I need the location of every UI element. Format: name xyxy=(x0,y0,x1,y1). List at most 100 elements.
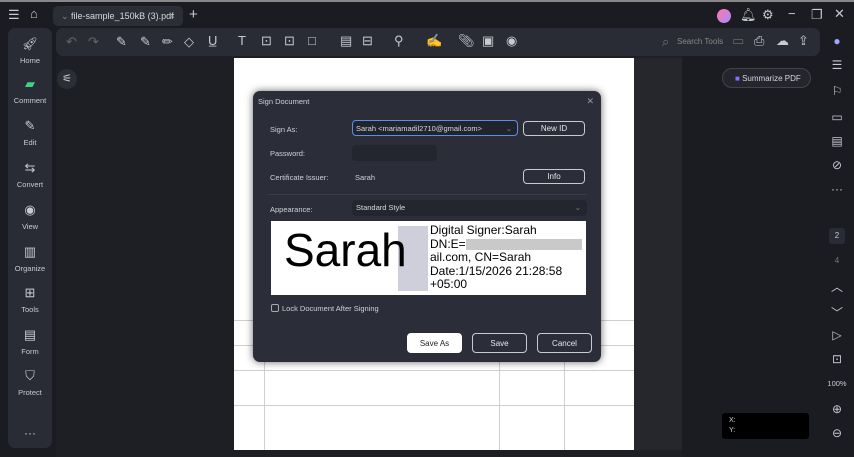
sign-document-dialog: Sign Document ✕ Sign As: Sarah <mariamad… xyxy=(253,91,601,362)
lock-document-label: Lock Document After Signing xyxy=(282,304,379,313)
organize-icon: ▥ xyxy=(23,244,37,259)
shape-icon[interactable]: □ xyxy=(308,34,316,47)
gear-icon[interactable]: ⚙ xyxy=(762,8,774,21)
tab-title: file-sample_150kB (3).pdf xyxy=(71,11,174,21)
pencil-icon[interactable]: ✏ xyxy=(162,35,173,48)
more-icon[interactable]: ··· xyxy=(8,426,52,440)
sidebar: 🚀︎ Home ▰ Comment ✎ Edit ⇆ Convert ◉ View ▥ Or… xyxy=(8,28,52,448)
signature-icon[interactable]: ✍ xyxy=(426,34,442,47)
close-dialog-icon[interactable]: ✕ xyxy=(586,96,594,107)
new-tab-icon[interactable]: + xyxy=(189,7,198,22)
callout-icon[interactable]: ⊡ xyxy=(284,34,295,47)
search-tools-input[interactable]: Search Tools xyxy=(677,37,723,46)
detail-line: +05:00 xyxy=(430,277,468,291)
select-tool-icon[interactable]: ▷ xyxy=(820,328,854,342)
sidebar-item-view[interactable]: ◉ View xyxy=(8,202,52,231)
share-icon[interactable]: ⇪ xyxy=(798,34,809,47)
new-id-button[interactable]: New ID xyxy=(523,121,585,136)
view-icon: ◉ xyxy=(24,202,36,217)
password-input[interactable] xyxy=(352,145,437,161)
save-as-button[interactable]: Save As xyxy=(407,333,462,353)
dialog-title: Sign Document xyxy=(258,97,310,106)
edit-icon: ✎ xyxy=(24,118,36,133)
stamp-icon[interactable]: ⚲ xyxy=(394,34,404,47)
toolbar: ↶ ↷ ✎ ✎ ✏ ◇ U̲ T ⊡ ⊡ □ ▤ ⊟ ⚲ ✍ 📎︎ ▣ ◉ ⌕ … xyxy=(56,28,820,56)
dn-text: DN:E= xyxy=(430,236,466,251)
avatar[interactable] xyxy=(717,9,731,23)
sidebar-item-edit[interactable]: ✎ Edit xyxy=(8,118,52,147)
minimize-icon[interactable]: − xyxy=(788,7,796,20)
thumbnails-icon[interactable]: ☰ xyxy=(820,58,854,72)
measure-icon[interactable]: ⊟ xyxy=(362,34,373,47)
textbox-icon[interactable]: ⊡ xyxy=(261,34,272,47)
page-gutter xyxy=(634,58,682,450)
label: Comment xyxy=(13,96,47,105)
page-up-icon[interactable]: ︿ xyxy=(820,278,854,295)
sidebar-item-organize[interactable]: ▥ Organize xyxy=(8,244,52,273)
add-note-icon[interactable]: ▣ xyxy=(482,34,494,47)
chevron-down-icon: ⌄ xyxy=(61,11,72,21)
restore-icon[interactable]: ❐ xyxy=(811,8,823,21)
value: Standard Style xyxy=(356,203,406,212)
home-icon[interactable]: ⌂ xyxy=(30,7,38,20)
label: Form xyxy=(21,347,39,356)
save-button[interactable]: Save xyxy=(472,333,527,353)
zoom-out-icon[interactable]: ⊖ xyxy=(820,426,854,440)
bell-icon[interactable]: 🔔︎ xyxy=(740,8,757,21)
coordinates-readout: X: Y: xyxy=(722,413,809,439)
more-options-icon[interactable]: ··· xyxy=(820,182,854,196)
menu-icon[interactable]: ☰ xyxy=(8,8,20,21)
fit-page-icon[interactable]: ⊡ xyxy=(820,352,854,366)
right-panel: ● ☰ ⚐ ▭ ▤ ⊘ ··· 2 4 ︿ ﹀ ▷ ⊡ 100% ⊕ ⊖ xyxy=(820,28,854,457)
print-icon[interactable]: ⎙ xyxy=(754,34,764,47)
underline-icon[interactable]: U̲ xyxy=(208,34,217,47)
attachments-icon[interactable]: ⊘ xyxy=(820,158,854,172)
lock-document-checkbox[interactable] xyxy=(271,304,279,312)
appearance-select[interactable]: Standard Style ⌄ xyxy=(352,200,587,216)
value: Sarah <mariamadil2710@gmail.com> xyxy=(356,124,483,133)
page-down-icon[interactable]: ﹀ xyxy=(820,304,854,321)
comment-icon: ▰ xyxy=(25,76,35,91)
filter-settings-icon[interactable]: ⚟ xyxy=(57,69,77,89)
summarize-icon: ■ xyxy=(735,74,740,83)
comments-panel-icon[interactable]: ▭ xyxy=(820,110,854,124)
redo-icon[interactable]: ↷ xyxy=(88,35,99,48)
info-button[interactable]: Info xyxy=(523,169,585,184)
bookmark-icon[interactable]: ⚐ xyxy=(820,84,854,98)
appearance-label: Appearance: xyxy=(270,205,313,214)
sidebar-item-protect[interactable]: ⛉ Protect xyxy=(8,368,52,397)
current-page-input[interactable]: 2 xyxy=(829,228,845,244)
cloud-upload-icon[interactable]: ☁ xyxy=(776,34,789,47)
attachment-icon[interactable]: 📎︎ xyxy=(458,34,475,47)
eraser-icon[interactable]: ◇ xyxy=(184,35,194,48)
summarize-pdf-button[interactable]: ■ Summarize PDF xyxy=(722,68,811,88)
undo-icon[interactable]: ↶ xyxy=(66,35,77,48)
total-pages: 4 xyxy=(834,256,840,265)
area-highlight-icon[interactable]: ✎ xyxy=(140,35,151,48)
zoom-in-icon[interactable]: ⊕ xyxy=(820,402,854,416)
sidebar-item-home[interactable]: 🚀︎ Home xyxy=(8,36,52,65)
signature-name: Sarah xyxy=(284,224,407,276)
sidebar-item-convert[interactable]: ⇆ Convert xyxy=(8,160,52,189)
close-icon[interactable]: ✕ xyxy=(834,7,845,20)
label: Convert xyxy=(16,180,44,189)
certificate-issuer-value: Sarah xyxy=(355,173,376,182)
cancel-button[interactable]: Cancel xyxy=(537,333,592,353)
close-tab-icon[interactable]: × xyxy=(170,11,175,21)
sidebar-item-form[interactable]: ▤ Form xyxy=(8,327,52,356)
x-coordinate: X: xyxy=(729,417,736,424)
certificate-issuer-label: Certificate Issuer: xyxy=(270,173,329,182)
text-icon[interactable]: T xyxy=(238,34,246,47)
save-icon[interactable]: ▭ xyxy=(732,34,744,47)
ai-assistant-icon[interactable]: ● xyxy=(820,34,854,48)
redacted-email xyxy=(465,238,582,250)
sidebar-item-tools[interactable]: ⊞ Tools xyxy=(8,285,52,314)
sidebar-item-comment[interactable]: ▰ Comment xyxy=(8,76,52,105)
document-tab[interactable]: ⌄ file-sample_150kB (3).pdf × xyxy=(53,6,183,26)
sign-as-select[interactable]: Sarah <mariamadil2710@gmail.com> ⌄ xyxy=(352,120,518,136)
zoom-level[interactable]: 100% xyxy=(820,379,854,388)
highlight-icon[interactable]: ✎ xyxy=(116,35,127,48)
pages-icon[interactable]: ▤ xyxy=(820,134,854,148)
eye-icon[interactable]: ◉ xyxy=(506,34,517,47)
note-icon[interactable]: ▤ xyxy=(340,34,352,47)
